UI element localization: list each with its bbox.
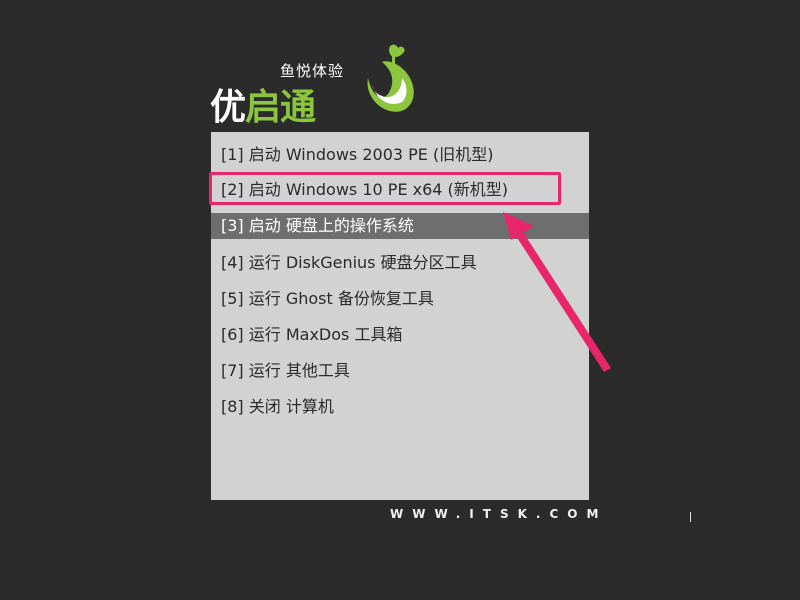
fish-logo-icon	[367, 44, 414, 112]
logo-name-part2: 启	[245, 87, 281, 128]
menu-item-4[interactable]: [4] 运行 DiskGenius 硬盘分区工具	[211, 250, 589, 276]
menu-item-3[interactable]: [3] 启动 硬盘上的操作系统	[211, 213, 589, 239]
menu-item-7[interactable]: [7] 运行 其他工具	[211, 358, 589, 384]
boot-menu-screen: 鱼悦体验 优启通 [1] 启动 Windows 2003 PE (旧机型) [2…	[0, 0, 800, 600]
logo-name-part3: 通	[280, 87, 316, 128]
logo-name: 优启通	[210, 78, 316, 130]
menu-item-8[interactable]: [8] 关闭 计算机	[211, 394, 589, 420]
menu-item-6[interactable]: [6] 运行 MaxDos 工具箱	[211, 322, 589, 348]
brand-logo: 鱼悦体验 优启通	[208, 40, 418, 128]
menu-item-5[interactable]: [5] 运行 Ghost 备份恢复工具	[211, 286, 589, 312]
logo-name-part1: 优	[210, 87, 246, 128]
menu-item-1[interactable]: [1] 启动 Windows 2003 PE (旧机型)	[211, 142, 589, 168]
text-cursor	[690, 512, 691, 522]
footer-url: WWW.ITSK.COM	[390, 507, 608, 521]
annotation-highlight-box	[209, 172, 561, 205]
